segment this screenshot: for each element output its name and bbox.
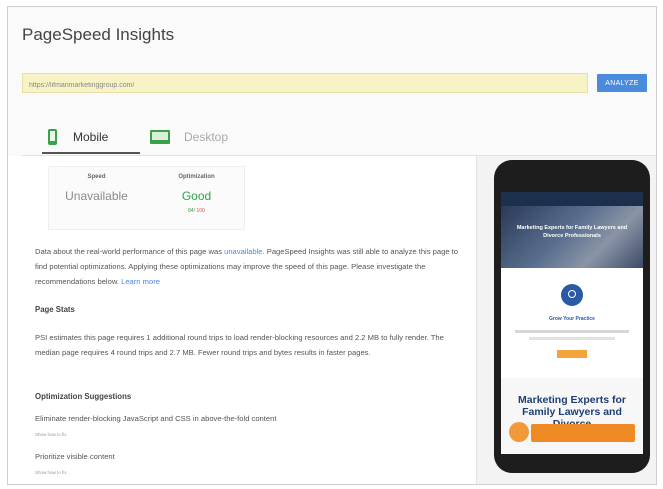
page-stats-text: PSI estimates this page requires 1 addit… [35, 333, 444, 357]
site-cta-button [531, 424, 635, 442]
show-how-link[interactable]: Show how to fix [35, 432, 67, 437]
site-badge-icon [561, 284, 583, 306]
tab-mobile-label: Mobile [73, 129, 109, 144]
optimization-score: 84/ 100 [188, 208, 205, 214]
site-text-line [515, 330, 629, 333]
unavailable-link[interactable]: unavailable [224, 247, 262, 256]
tab-desktop[interactable]: Desktop [150, 121, 260, 152]
site-button [557, 350, 587, 358]
suggestion-title[interactable]: Eliminate render-blocking JavaScript and… [35, 414, 276, 423]
optimization-label: Optimization [178, 174, 215, 180]
tab-mobile[interactable]: Mobile [42, 121, 140, 154]
site-hero-text: Marketing Experts for Family Lawyers and… [516, 225, 628, 239]
speed-label: Speed [87, 174, 106, 180]
summary-card: Speed Unavailable Optimization Good 84/ … [48, 166, 245, 230]
learn-more-link[interactable]: Learn more [121, 277, 160, 286]
page-title: PageSpeed Insights [22, 25, 175, 44]
optimization-metric: Optimization Good 84/ 100 [149, 167, 244, 214]
page-stats-heading: Page Stats [35, 305, 75, 314]
speed-metric: Speed Unavailable [49, 167, 144, 203]
phone-screen: Marketing Experts for Family Lawyers and… [501, 192, 643, 454]
mobile-phone-icon [48, 128, 57, 145]
site-chat-icon [509, 422, 529, 442]
intro-text: Data about the real-world performance of… [35, 247, 458, 286]
analyze-button[interactable]: ANALYZE [597, 74, 647, 92]
site-section-heading: Grow Your Practice [549, 316, 595, 322]
optimization-value: Good [181, 189, 212, 203]
phone-preview: Marketing Experts for Family Lawyers and… [494, 160, 650, 473]
speed-value: Unavailable [65, 189, 128, 203]
device-tabs: Mobile Desktop [42, 121, 642, 154]
site-text-line [529, 337, 615, 340]
optimization-heading: Optimization Suggestions [35, 392, 132, 401]
tab-desktop-label: Desktop [184, 129, 229, 144]
url-field[interactable] [22, 73, 588, 95]
suggestion-title[interactable]: Prioritize visible content [35, 452, 115, 461]
show-how-link[interactable]: Show how to fix [35, 470, 67, 475]
desktop-monitor-icon [150, 129, 170, 144]
site-nav [501, 192, 643, 206]
url-input[interactable] [23, 76, 587, 95]
